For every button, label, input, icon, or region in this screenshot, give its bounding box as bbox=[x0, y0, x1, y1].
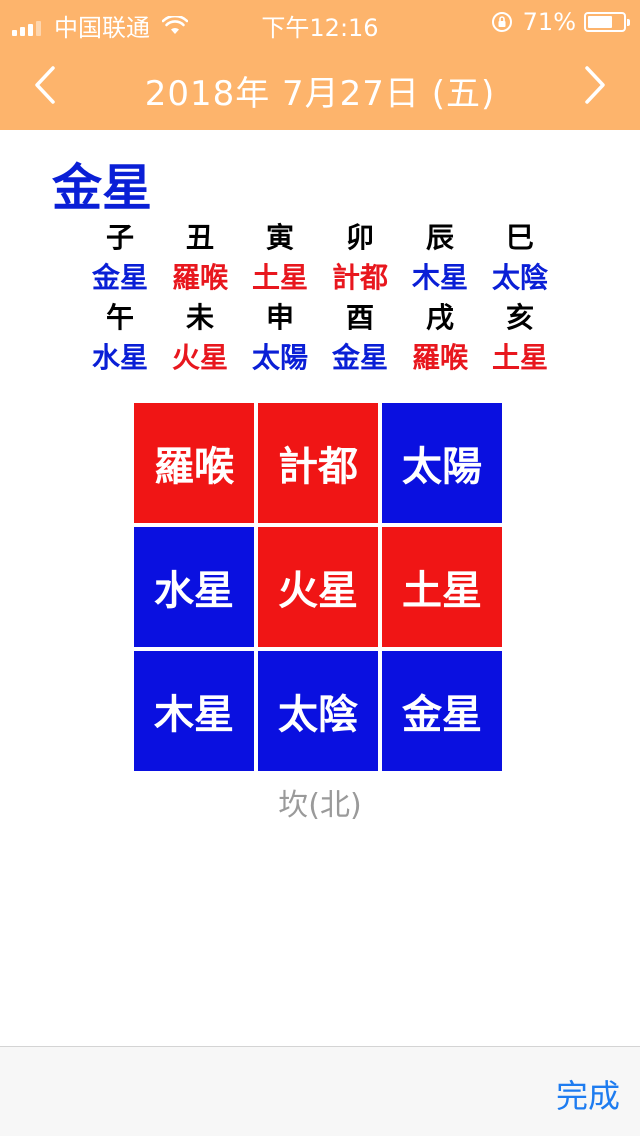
battery-percentage: 71% bbox=[522, 8, 576, 36]
planet-label: 羅喉 bbox=[411, 341, 468, 374]
grid-cell: 水星 bbox=[134, 527, 254, 647]
chevron-right-icon bbox=[585, 66, 605, 104]
bottom-toolbar: 完成 bbox=[0, 1046, 640, 1136]
planet-row: 水星 火星 太陽 金星 羅喉 土星 bbox=[80, 338, 560, 378]
branch-label: 戌 bbox=[425, 301, 454, 334]
planet-label: 金星 bbox=[91, 261, 148, 294]
header: 中国联通 下午12:16 71% 2018年 7月27日 (五) bbox=[0, 0, 640, 130]
branch-label: 未 bbox=[185, 301, 214, 334]
grid-cell: 太陰 bbox=[258, 651, 378, 771]
battery-fill bbox=[588, 16, 613, 28]
grid-cell: 木星 bbox=[134, 651, 254, 771]
grid-cell: 太陽 bbox=[382, 403, 502, 523]
branch-label: 亥 bbox=[505, 301, 534, 334]
planet-label: 太陽 bbox=[251, 341, 308, 374]
branch-label: 午 bbox=[105, 301, 134, 334]
grid-cell: 羅喉 bbox=[134, 403, 254, 523]
done-button[interactable]: 完成 bbox=[556, 1071, 620, 1117]
status-right: 71% bbox=[491, 8, 630, 36]
branch-row: 午未申酉戌亥 bbox=[80, 298, 560, 338]
grid-cell: 金星 bbox=[382, 651, 502, 771]
screen: 中国联通 下午12:16 71% 2018年 7月27日 (五) 金星 子 丑 … bbox=[0, 0, 640, 1136]
planet-label: 金星 bbox=[331, 341, 388, 374]
planet-label: 土星 bbox=[491, 341, 548, 374]
zodiac-table: 子丑寅卯辰巳金星 羅喉 土星 計都 木星 太陰午未申酉戌亥水星 火星 太陽 金星 羅喉 土星 bbox=[80, 218, 560, 378]
branch-label: 子 bbox=[105, 221, 134, 254]
branch-label: 寅 bbox=[265, 221, 294, 254]
status-bar: 中国联通 下午12:16 71% bbox=[0, 0, 640, 44]
planet-grid: 羅喉 計都 太陽水星 火星 土星木星 太陰 金星 bbox=[134, 403, 506, 775]
next-day-button[interactable] bbox=[570, 60, 620, 110]
rotation-lock-icon bbox=[491, 12, 512, 32]
branch-label: 酉 bbox=[345, 301, 374, 334]
planet-label: 火星 bbox=[171, 341, 228, 374]
grid-cell: 土星 bbox=[382, 527, 502, 647]
planet-title: 金星 bbox=[52, 159, 152, 217]
branch-label: 丑 bbox=[185, 221, 214, 254]
planet-row: 金星 羅喉 土星 計都 木星 太陰 bbox=[80, 258, 560, 298]
branch-label: 辰 bbox=[425, 221, 454, 254]
planet-label: 水星 bbox=[91, 341, 148, 374]
nav-bar: 2018年 7月27日 (五) bbox=[0, 44, 640, 130]
planet-label: 計都 bbox=[331, 261, 388, 294]
direction-label: 坎(北) bbox=[278, 788, 362, 823]
battery-icon bbox=[584, 12, 630, 32]
branch-label: 巳 bbox=[505, 221, 534, 254]
planet-label: 羅喉 bbox=[171, 261, 228, 294]
grid-cell: 火星 bbox=[258, 527, 378, 647]
planet-label: 太陰 bbox=[491, 261, 548, 294]
planet-label: 土星 bbox=[251, 261, 308, 294]
branch-label: 卯 bbox=[345, 221, 374, 254]
grid-cell: 計都 bbox=[258, 403, 378, 523]
planet-label: 木星 bbox=[411, 261, 468, 294]
branch-row: 子丑寅卯辰巳 bbox=[80, 218, 560, 258]
date-title: 2018年 7月27日 (五) bbox=[144, 74, 496, 114]
branch-label: 申 bbox=[265, 301, 294, 334]
